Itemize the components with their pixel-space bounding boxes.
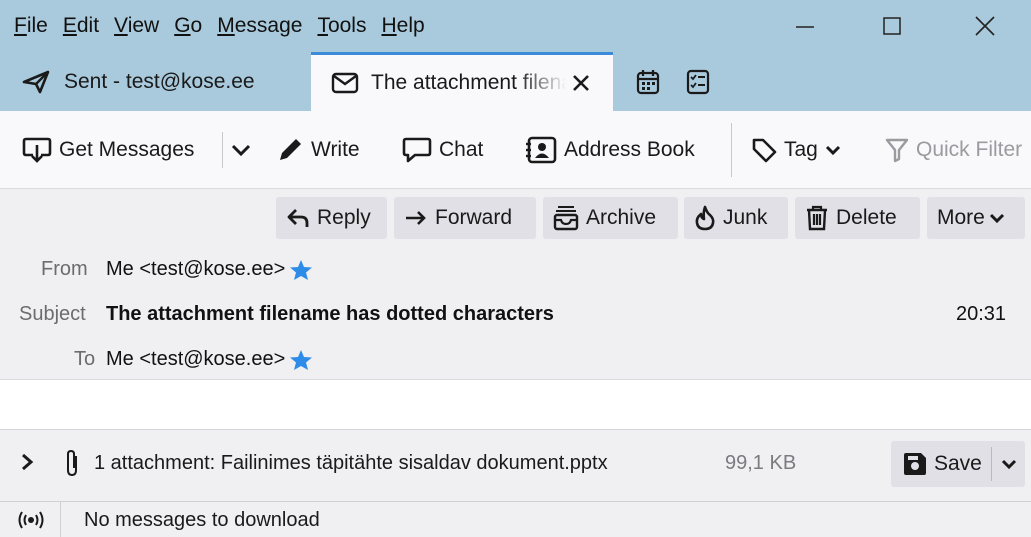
minimize-button[interactable] <box>765 0 845 52</box>
menu-tools[interactable]: Tools <box>317 14 366 38</box>
maximize-icon <box>883 17 901 35</box>
menu-go[interactable]: Go <box>174 14 202 38</box>
paperclip-icon <box>67 449 77 477</box>
menu-file[interactable]: File <box>14 14 48 38</box>
quick-filter-label: Quick Filter <box>916 138 1023 161</box>
reply-button[interactable]: Reply <box>276 197 387 239</box>
paper-plane-icon <box>22 70 50 93</box>
address-book-label: Address Book <box>564 138 695 161</box>
chevron-down-icon <box>825 145 840 156</box>
reply-icon <box>287 209 309 227</box>
save-button-group: Save <box>891 441 1025 487</box>
maximize-button[interactable] <box>852 0 932 52</box>
archive-icon <box>553 206 579 231</box>
address-book-button[interactable]: Address Book <box>525 111 695 189</box>
delete-label: Delete <box>836 206 897 229</box>
chevron-down-icon <box>231 144 251 157</box>
main-toolbar: Get Messages Write Chat Address Book Tag <box>0 111 1031 189</box>
save-dropdown[interactable] <box>992 441 1025 487</box>
online-status-icon[interactable] <box>18 511 44 529</box>
from-address: Me <test@kose.ee> <box>106 258 286 280</box>
close-window-button[interactable] <box>945 0 1025 52</box>
star-icon[interactable] <box>289 259 313 281</box>
delete-button[interactable]: Delete <box>795 197 920 239</box>
to-value[interactable]: Me <test@kose.ee> <box>106 348 313 371</box>
flame-icon <box>695 205 715 231</box>
message-body[interactable] <box>0 379 1031 429</box>
attachment-toggle[interactable] <box>20 452 34 478</box>
tag-icon <box>752 138 777 163</box>
subject-value: The attachment filename has dotted chara… <box>106 303 554 325</box>
tab-strip: Sent - test@kose.ee The attachment filen… <box>0 52 1031 111</box>
forward-button[interactable]: Forward <box>394 197 536 239</box>
status-bar: No messages to download <box>0 501 1031 537</box>
arrow-right-icon <box>406 211 426 225</box>
pencil-icon <box>280 139 301 160</box>
status-divider <box>60 502 61 537</box>
get-messages-button[interactable]: Get Messages <box>22 111 194 189</box>
save-button[interactable]: Save <box>891 441 989 487</box>
tab-close-button[interactable] <box>570 72 592 94</box>
tag-label: Tag <box>784 138 818 161</box>
write-label: Write <box>311 138 360 161</box>
to-label: To <box>74 348 96 370</box>
quick-filter-button[interactable]: Quick Filter <box>885 111 1031 189</box>
from-value[interactable]: Me <test@kose.ee> <box>106 258 313 281</box>
menu-bar: File Edit View Go Message Tools Help <box>0 0 440 52</box>
tasks-tab-button[interactable] <box>686 52 716 111</box>
message-time: 20:31 <box>956 303 1007 325</box>
tag-button[interactable]: Tag <box>751 111 848 189</box>
tab-message[interactable]: The attachment filename has dotted chara… <box>311 52 613 111</box>
attachment-size: 99,1 KB <box>725 452 797 474</box>
menu-view[interactable]: View <box>114 14 159 38</box>
menu-message[interactable]: Message <box>217 14 302 38</box>
save-label: Save <box>934 452 982 475</box>
status-text: No messages to download <box>84 509 320 531</box>
star-icon[interactable] <box>289 349 313 371</box>
close-icon <box>573 75 589 91</box>
forward-label: Forward <box>435 206 513 229</box>
reply-label: Reply <box>317 206 371 229</box>
message-header: Reply Forward Archive Junk Delete More F… <box>0 189 1031 379</box>
address-book-icon <box>526 136 557 164</box>
write-button[interactable]: Write <box>276 111 360 189</box>
title-bar: File Edit View Go Message Tools Help Sen… <box>0 0 1031 111</box>
chevron-right-icon <box>22 453 34 471</box>
get-messages-dropdown[interactable] <box>231 111 258 189</box>
download-mail-icon <box>22 137 52 163</box>
menu-help[interactable]: Help <box>381 14 424 38</box>
close-icon <box>975 16 995 36</box>
archive-label: Archive <box>586 206 657 229</box>
filter-icon <box>885 138 909 163</box>
task-list-icon <box>686 69 710 94</box>
get-messages-label: Get Messages <box>59 138 195 161</box>
from-label: From <box>41 258 88 280</box>
chat-label: Chat <box>439 138 484 161</box>
subject-label: Subject <box>19 303 86 325</box>
save-icon <box>904 453 926 475</box>
to-address: Me <test@kose.ee> <box>106 348 286 370</box>
more-label: More <box>937 206 985 229</box>
attachment-summary[interactable]: 1 attachment: Failinimes täpitähte sisal… <box>94 452 608 475</box>
junk-button[interactable]: Junk <box>684 197 788 239</box>
tab-sent-folder[interactable]: Sent - test@kose.ee <box>0 52 306 111</box>
archive-button[interactable]: Archive <box>543 197 678 239</box>
trash-icon <box>807 205 827 231</box>
chevron-down-icon <box>989 213 1004 224</box>
more-button[interactable]: More <box>927 197 1025 239</box>
menu-edit[interactable]: Edit <box>63 14 99 38</box>
toolbar-divider <box>222 132 223 168</box>
calendar-icon <box>636 69 660 94</box>
calendar-tab-button[interactable] <box>636 52 666 111</box>
minimize-icon <box>796 26 814 28</box>
toolbar-separator <box>731 123 732 177</box>
chat-icon <box>402 137 432 163</box>
tab-sent-label: Sent - test@kose.ee <box>64 69 255 93</box>
attachment-bar: 1 attachment: Failinimes täpitähte sisal… <box>0 429 1031 501</box>
junk-label: Junk <box>723 206 768 229</box>
chat-button[interactable]: Chat <box>402 111 483 189</box>
tab-message-label: The attachment filename has dotted chara… <box>371 71 566 94</box>
envelope-icon <box>331 72 359 94</box>
chevron-down-icon <box>1001 459 1016 470</box>
